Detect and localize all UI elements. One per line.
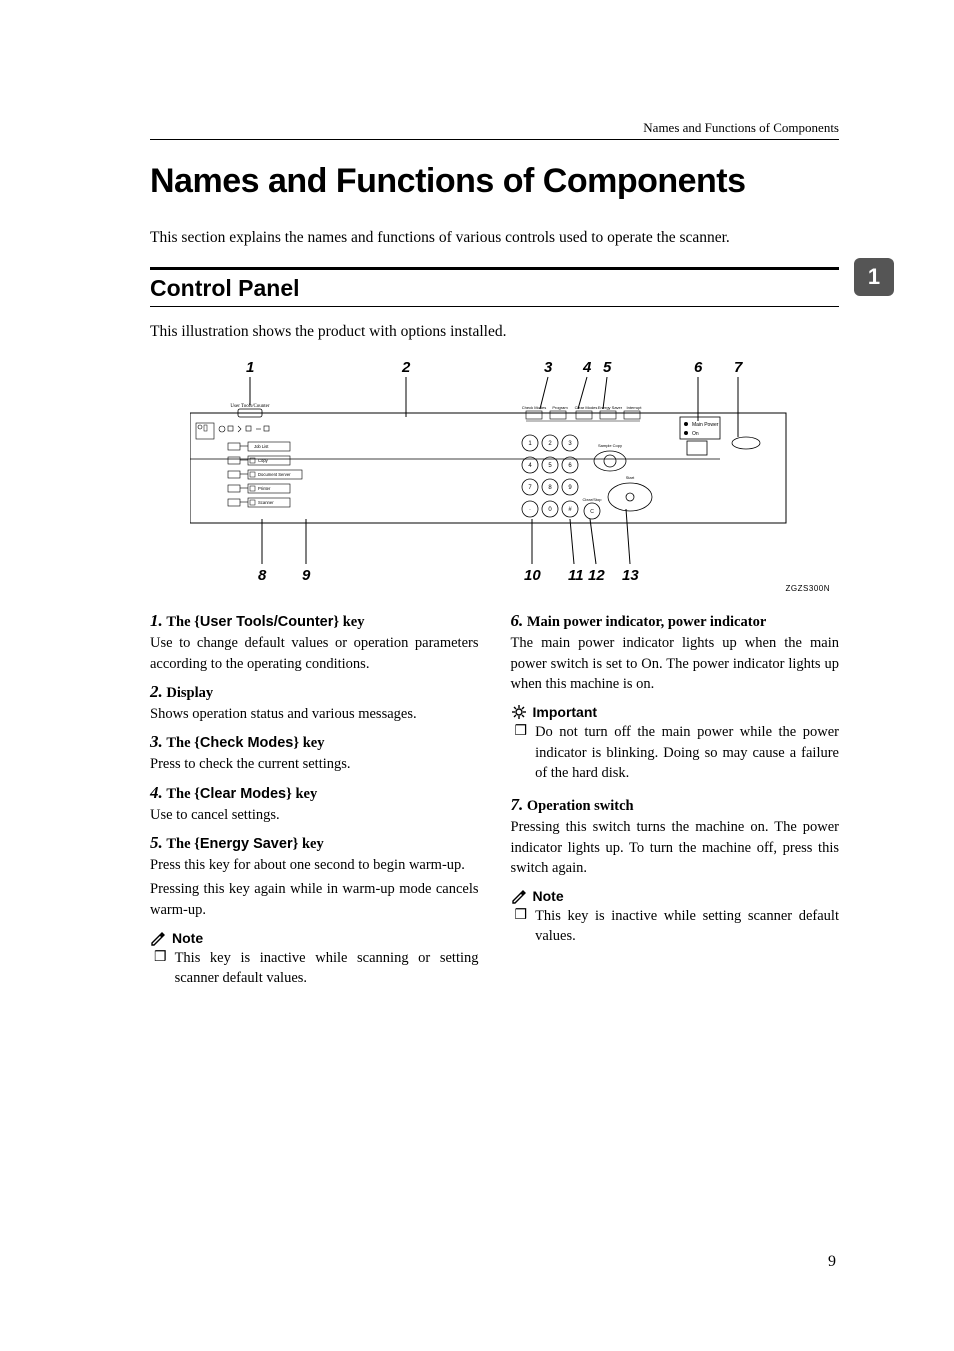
section-heading: Control Panel	[150, 275, 839, 302]
svg-text:7: 7	[528, 485, 532, 491]
callout-9: 9	[302, 567, 310, 584]
item-3-body: Press to check the current settings.	[150, 754, 479, 774]
chapter-tab: 1	[854, 258, 894, 296]
pencil-icon	[150, 930, 166, 946]
item-5-body-b: Pressing this key again while in warm-up…	[150, 879, 479, 920]
callout-5: 5	[603, 359, 611, 376]
svg-text:Sample Copy: Sample Copy	[598, 443, 622, 448]
control-panel-svg: User Tools/Counter Job List	[190, 359, 810, 589]
svg-text:Printer: Printer	[258, 486, 271, 491]
item-5-head: 5. The {Energy Saver} key	[150, 833, 479, 853]
item-5-body-a: Press this key for about one second to b…	[150, 855, 479, 875]
svg-text:2: 2	[548, 441, 552, 447]
item-1-body: Use to change default values or operatio…	[150, 633, 479, 674]
pencil-icon	[511, 888, 527, 904]
note-label: Note	[172, 930, 203, 946]
callout-3: 3	[544, 359, 552, 376]
figure-wrap: 1 2 3 4 5 6 7 8 9 10 11 12 13	[190, 359, 839, 589]
item-7-body: Pressing this switch turns the machine o…	[511, 817, 840, 878]
svg-text:6: 6	[568, 463, 572, 469]
important-row: Important	[511, 704, 840, 720]
svg-text:Job List: Job List	[254, 444, 269, 449]
callout-6: 6	[694, 359, 702, 376]
svg-text:Document Server: Document Server	[258, 472, 291, 477]
svg-text:9: 9	[568, 485, 572, 491]
figure-id: ZGZS300N	[786, 584, 830, 593]
svg-text:Program: Program	[552, 405, 568, 410]
svg-text:Clear/Stop: Clear/Stop	[583, 497, 603, 502]
svg-text:Interrupt: Interrupt	[627, 405, 643, 410]
control-panel-figure: 1 2 3 4 5 6 7 8 9 10 11 12 13	[190, 359, 810, 589]
svg-text:Start: Start	[626, 475, 635, 480]
item-6-body: The main power indicator lights up when …	[511, 633, 840, 694]
svg-text:Energy Saver: Energy Saver	[598, 405, 623, 410]
svg-text:·: ·	[529, 507, 531, 513]
svg-text:4: 4	[528, 463, 532, 469]
svg-text:On: On	[692, 431, 699, 437]
svg-text:C: C	[590, 509, 594, 515]
svg-text:5: 5	[548, 463, 552, 469]
callout-13: 13	[622, 567, 639, 584]
running-header: Names and Functions of Components	[150, 120, 839, 140]
item-7-head: 7. Operation switch	[511, 795, 840, 815]
callout-7: 7	[734, 359, 742, 376]
gear-icon	[511, 704, 527, 720]
page: Names and Functions of Components Names …	[0, 0, 954, 988]
note-row-2: Note	[511, 888, 840, 904]
item-4-head: 4. The {Clear Modes} key	[150, 783, 479, 803]
callout-4: 4	[583, 359, 591, 376]
svg-text:3: 3	[568, 441, 572, 447]
callout-2: 2	[402, 359, 410, 376]
figure-caption: This illustration shows the product with…	[150, 323, 839, 341]
callout-10: 10	[524, 567, 541, 584]
important-label: Important	[533, 704, 598, 720]
callout-8: 8	[258, 567, 266, 584]
item-6-head: 6. Main power indicator, power indicator	[511, 611, 840, 631]
note-row: Note	[150, 930, 479, 946]
svg-text:User Tools/Counter: User Tools/Counter	[230, 404, 269, 409]
page-number: 9	[828, 1253, 836, 1271]
rule	[150, 267, 839, 270]
important-text: ❒ Do not turn off the main power while t…	[511, 722, 840, 783]
svg-text:Clear Modes: Clear Modes	[575, 405, 598, 410]
note-text-2: ❒ This key is inactive while setting sca…	[511, 906, 840, 947]
item-1-head: 1. The {User Tools/Counter} key	[150, 611, 479, 631]
callout-12: 12	[588, 567, 605, 584]
svg-text:Scanner: Scanner	[258, 500, 274, 505]
svg-text:#: #	[568, 507, 572, 513]
columns: 1. The {User Tools/Counter} key Use to c…	[150, 603, 839, 988]
item-2-head: 2. Display	[150, 682, 479, 702]
svg-text:0: 0	[548, 507, 552, 513]
rule	[150, 306, 839, 307]
svg-text:Check Modes: Check Modes	[522, 405, 546, 410]
item-2-body: Shows operation status and various messa…	[150, 704, 479, 724]
svg-text:Main Power: Main Power	[692, 422, 719, 428]
page-title: Names and Functions of Components	[150, 162, 839, 201]
note-text: ❒ This key is inactive while scanning or…	[150, 948, 479, 989]
right-column: 6. Main power indicator, power indicator…	[511, 603, 840, 988]
svg-text:1: 1	[528, 441, 532, 447]
note-label-2: Note	[533, 888, 564, 904]
callout-11: 11	[568, 567, 584, 584]
intro-text: This section explains the names and func…	[150, 227, 839, 249]
callout-1: 1	[246, 359, 254, 376]
item-3-head: 3. The {Check Modes} key	[150, 732, 479, 752]
left-column: 1. The {User Tools/Counter} key Use to c…	[150, 603, 479, 988]
item-4-body: Use to cancel settings.	[150, 805, 479, 825]
svg-text:8: 8	[548, 485, 552, 491]
